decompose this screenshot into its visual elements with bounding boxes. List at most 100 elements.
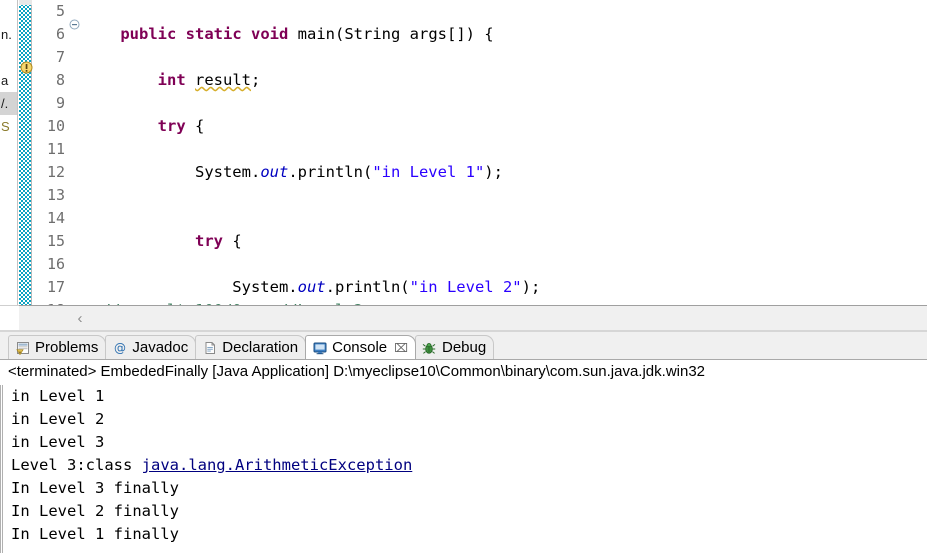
line-number: 6 xyxy=(55,25,65,43)
code-line[interactable]: System.out.println("in Level 1"); xyxy=(80,161,927,184)
line-number: 7 xyxy=(55,48,65,66)
console-line-text: in Level 2 xyxy=(11,410,105,428)
console-output-text[interactable]: in Level 1 in Level 2 in Level 3 Level 3:cl… xyxy=(0,385,927,553)
code-token: .println( xyxy=(325,278,410,296)
line-number: 10 xyxy=(46,117,65,135)
console-output-line: In Level 2 finally xyxy=(3,500,927,523)
tab-label: Declaration xyxy=(222,339,299,356)
tab-label: Problems xyxy=(35,339,99,356)
line-number: 5 xyxy=(55,2,65,20)
java-editor[interactable]: n.a/.S 56789101112131415161718 public st… xyxy=(0,0,927,305)
explorer-item-fragment[interactable] xyxy=(0,46,17,69)
annotation-marker-bar[interactable] xyxy=(19,0,32,305)
console-icon xyxy=(312,340,327,355)
code-token: try xyxy=(157,117,186,135)
code-token: out xyxy=(260,163,289,181)
line-number: 8 xyxy=(55,71,65,89)
explorer-item-fragment[interactable] xyxy=(0,0,17,23)
code-token: "in Level 1" xyxy=(372,163,485,181)
console-output-line: In Level 1 finally xyxy=(3,523,927,546)
tab-label: Console xyxy=(332,339,388,356)
line-number: 17 xyxy=(46,278,65,296)
bottom-view-stack: Problems @ Javadoc Declaration Console ⌧ Debug… xyxy=(0,332,927,553)
code-token: out xyxy=(297,278,326,296)
code-line[interactable] xyxy=(80,138,927,161)
view-tab-bar[interactable]: Problems @ Javadoc Declaration Console ⌧ Debug xyxy=(0,332,927,359)
code-line[interactable]: System.out.println("in Level 2"); xyxy=(80,276,927,299)
tab-debug[interactable]: Debug xyxy=(414,335,495,359)
code-line[interactable] xyxy=(80,253,927,276)
console-output-line: in Level 2 xyxy=(3,408,927,431)
console-output-line: Level 3:class java.lang.ArithmeticExcept… xyxy=(3,454,927,477)
marker-bar-top-cap xyxy=(19,0,32,5)
code-token: try xyxy=(194,232,223,250)
code-token: ); xyxy=(484,163,503,181)
code-token: ; xyxy=(251,71,261,89)
code-token: "in Level 2" xyxy=(409,278,522,296)
console-output-line: in Level 3 xyxy=(3,431,927,454)
console-panel[interactable]: <terminated> EmbededFinally [Java Applic… xyxy=(0,359,927,553)
console-line-text: in Level 3 xyxy=(11,433,105,451)
explorer-item-fragment[interactable]: /. xyxy=(0,92,17,115)
code-token: System. xyxy=(83,163,261,181)
code-line[interactable]: try { xyxy=(80,115,927,138)
code-line[interactable]: try { xyxy=(80,230,927,253)
code-line[interactable]: public static void main(String args[]) { xyxy=(80,23,927,46)
code-token: System. xyxy=(83,278,298,296)
tab-problems[interactable]: Problems xyxy=(8,335,107,359)
line-number-ruler: 56789101112131415161718 xyxy=(33,0,68,305)
declaration-icon xyxy=(202,340,217,355)
line-number: 15 xyxy=(46,232,65,250)
console-output-line: in Level 1 xyxy=(3,385,927,408)
tab-declaration[interactable]: Declaration xyxy=(195,335,307,359)
code-line[interactable] xyxy=(80,92,927,115)
tab-javadoc[interactable]: @ Javadoc xyxy=(105,335,197,359)
code-token: int xyxy=(157,71,186,89)
eclipse-ide-window: n.a/.S 56789101112131415161718 public st… xyxy=(0,0,927,553)
close-icon[interactable]: ⌧ xyxy=(394,341,408,355)
line-number: 16 xyxy=(46,255,65,273)
explorer-item-fragment[interactable]: S xyxy=(0,115,17,138)
tab-label: Debug xyxy=(441,339,487,356)
tab-label: Javadoc xyxy=(132,339,189,356)
code-fold-collapse-icon[interactable] xyxy=(69,17,80,30)
code-token: .println( xyxy=(288,163,373,181)
code-token: result xyxy=(195,71,251,89)
line-number: 9 xyxy=(55,94,65,112)
code-line[interactable] xyxy=(80,207,927,230)
code-line[interactable] xyxy=(80,0,927,23)
chevron-left-icon[interactable]: ‹ xyxy=(71,309,89,329)
line-number: 13 xyxy=(46,186,65,204)
console-line-text: in Level 1 xyxy=(11,387,105,405)
problems-icon xyxy=(15,340,30,355)
tab-console[interactable]: Console ⌧ xyxy=(305,335,416,359)
line-number: 14 xyxy=(46,209,65,227)
code-token: ); xyxy=(521,278,541,296)
code-text[interactable]: public static void main(String args[]) {… xyxy=(80,0,927,305)
explorer-item-fragment[interactable]: a xyxy=(0,69,17,92)
warning-icon[interactable] xyxy=(19,60,33,75)
javadoc-icon: @ xyxy=(112,340,127,355)
code-token: void xyxy=(251,25,289,43)
package-explorer-sliver[interactable]: n. a/. S xyxy=(0,0,18,305)
console-line-text: Level 3:class xyxy=(11,456,142,474)
explorer-item-fragment[interactable]: n. xyxy=(0,23,17,46)
exception-link[interactable]: java.lang.ArithmeticException xyxy=(142,456,413,474)
console-line-text: In Level 2 finally xyxy=(11,502,179,520)
code-line[interactable] xyxy=(80,46,927,69)
line-number: 11 xyxy=(46,140,65,158)
editor-scroll-left-cap xyxy=(0,305,19,332)
editor-horizontal-scrollbar[interactable]: ‹ xyxy=(19,305,927,332)
code-line[interactable]: int result; xyxy=(80,69,927,92)
code-token: static xyxy=(185,25,242,43)
console-output-line: In Level 3 finally xyxy=(3,477,927,500)
code-line[interactable] xyxy=(80,184,927,207)
debug-icon xyxy=(422,340,437,355)
